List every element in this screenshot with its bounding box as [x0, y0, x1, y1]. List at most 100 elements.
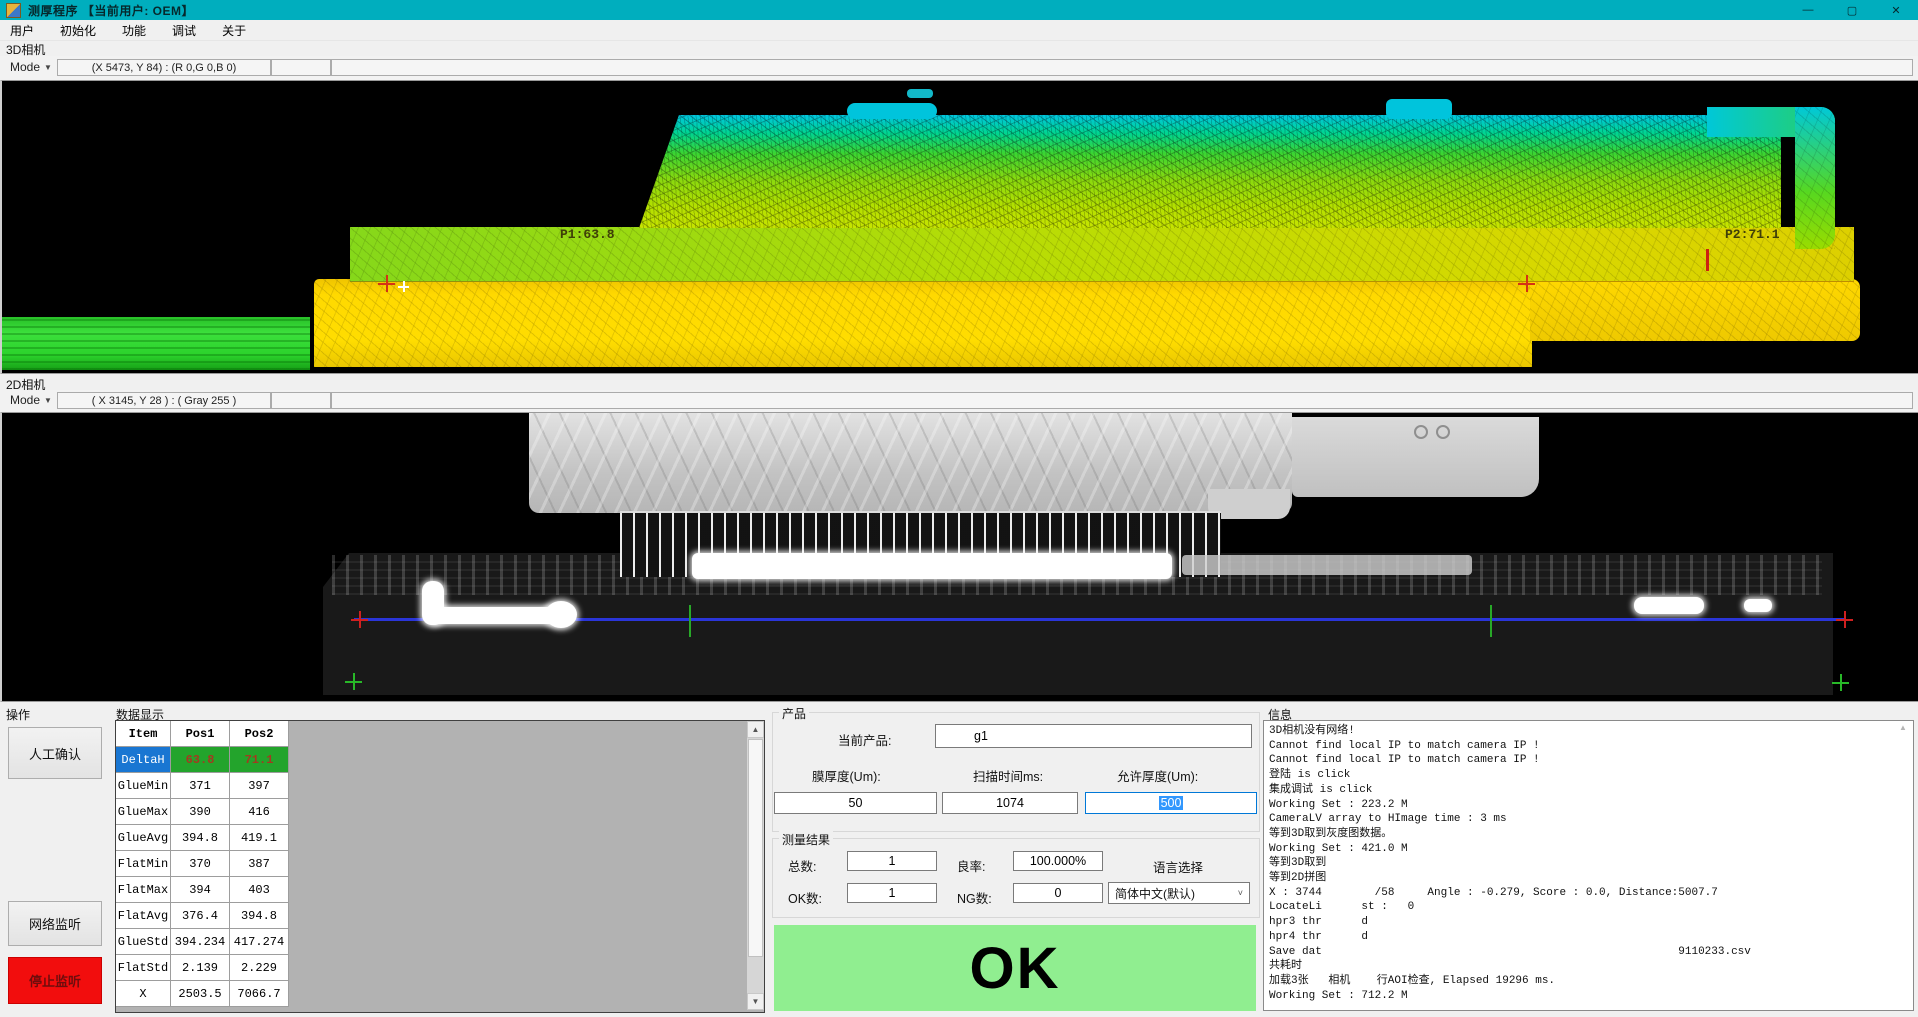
- yield-label: 良率:: [957, 856, 985, 875]
- minimize-icon[interactable]: —: [1786, 0, 1830, 20]
- results-group-label: 测量结果: [779, 831, 833, 848]
- table-scrollbar[interactable]: ▲ ▼: [747, 721, 764, 1010]
- measurement-line-blue: [354, 618, 1844, 621]
- column-header: Pos2: [230, 721, 289, 747]
- ng-count-label: NG数:: [957, 888, 992, 907]
- data-table-container: Item Pos1 Pos2 DeltaH 63.8 71.1 GlueMin …: [115, 720, 765, 1013]
- chevron-down-icon: ˅: [1238, 888, 1243, 898]
- log-line: 等到3D取到: [1269, 856, 1913, 871]
- table-cell: 394.234: [171, 929, 230, 955]
- current-product-input[interactable]: g1: [935, 724, 1252, 748]
- p1-measurement-label: P1:63.8: [560, 227, 615, 242]
- close-icon[interactable]: ✕: [1874, 0, 1918, 20]
- table-row[interactable]: GlueMax 390 416: [116, 799, 764, 825]
- info-log[interactable]: 3D相机没有网络! Cannot find local IP to match …: [1263, 720, 1914, 1011]
- log-line: Working Set : 712.2 M: [1269, 989, 1913, 1004]
- table-cell: FlatMax: [116, 877, 171, 903]
- menu-bar: 用户 初始化 功能 调试 关于: [0, 20, 1918, 41]
- film-thickness-input[interactable]: 50: [774, 792, 937, 814]
- scrollbar-thumb[interactable]: [748, 739, 763, 957]
- table-row[interactable]: FlatMax 394 403: [116, 877, 764, 903]
- reflective-band: [692, 553, 1172, 579]
- table-cell: 7066.7: [230, 981, 289, 1007]
- results-groupbox: [772, 838, 1260, 918]
- mode-label: Mode: [10, 60, 40, 74]
- pcb-board: [529, 413, 1292, 513]
- table-row[interactable]: DeltaH 63.8 71.1: [116, 747, 764, 773]
- table-row[interactable]: GlueAvg 394.8 419.1: [116, 825, 764, 851]
- heightmap-cyan-speck: [907, 89, 933, 98]
- camera3d-pixel-readout: (X 5473, Y 84) : (R 0,G 0,B 0): [57, 59, 271, 76]
- camera2d-mode-button[interactable]: Mode ▼: [4, 391, 58, 409]
- total-input[interactable]: 1: [847, 851, 937, 871]
- app-icon: [6, 3, 21, 18]
- table-cell: 403: [230, 877, 289, 903]
- chevron-down-icon: ▼: [44, 63, 52, 72]
- maximize-icon[interactable]: ▢: [1830, 0, 1874, 20]
- camera2d-viewport[interactable]: [0, 412, 1918, 702]
- table-row[interactable]: FlatAvg 376.4 394.8: [116, 903, 764, 929]
- menu-about[interactable]: 关于: [212, 20, 256, 41]
- scroll-down-icon[interactable]: ▼: [747, 993, 764, 1010]
- camera2d-statuscell-3: [331, 392, 1913, 409]
- fiducial-ring-1: [1414, 425, 1428, 439]
- marker-cross-red-left: [378, 275, 395, 292]
- heightmap-left-green-strip: [2, 317, 310, 370]
- menu-function[interactable]: 功能: [112, 20, 156, 41]
- ok-count-label: OK数:: [788, 888, 822, 907]
- log-line: 登陆 is click: [1269, 768, 1913, 783]
- table-cell: 390: [171, 799, 230, 825]
- ng-count-input[interactable]: 0: [1013, 883, 1103, 903]
- yield-input[interactable]: 100.000%: [1013, 851, 1103, 871]
- camera3d-mode-button[interactable]: Mode ▼: [4, 58, 58, 76]
- table-row[interactable]: X 2503.5 7066.7: [116, 981, 764, 1007]
- window-controls: — ▢ ✕: [1786, 0, 1918, 20]
- heightmap-upper-body: [639, 115, 1781, 228]
- marker-cross-red-right: [1518, 275, 1535, 292]
- table-cell: 2503.5: [171, 981, 230, 1007]
- title-bar: 测厚程序 【当前用户: OEM】 — ▢ ✕: [0, 0, 1918, 20]
- log-line: 共耗时: [1269, 959, 1913, 974]
- menu-debug[interactable]: 调试: [162, 20, 206, 41]
- table-row[interactable]: FlatStd 2.139 2.229: [116, 955, 764, 981]
- log-line: Working Set : 223.2 M: [1269, 798, 1913, 813]
- menu-initialize[interactable]: 初始化: [50, 20, 106, 41]
- fiducial-ring-2: [1436, 425, 1450, 439]
- stop-listen-button[interactable]: 停止监听: [8, 957, 102, 1004]
- scan-time-label: 扫描时间ms:: [973, 766, 1043, 785]
- marker-tick-green-2: [1490, 605, 1492, 637]
- allow-thickness-input[interactable]: 500: [1085, 792, 1257, 814]
- table-row[interactable]: FlatMin 370 387: [116, 851, 764, 877]
- scroll-up-icon[interactable]: ▲: [1899, 723, 1911, 735]
- camera2d-pixel-readout: ( X 3145, Y 28 ) : ( Gray 255 ): [57, 392, 271, 409]
- ok-count-input[interactable]: 1: [847, 883, 937, 903]
- log-line: hpr3 thr d: [1269, 915, 1913, 930]
- scan-time-input[interactable]: 1074: [942, 792, 1078, 814]
- marker-cross-green-left: [345, 673, 362, 690]
- column-header: Pos1: [171, 721, 230, 747]
- heightmap-cyan-patch-2: [1386, 99, 1452, 119]
- language-dropdown[interactable]: 简体中文(默认) ˅: [1108, 882, 1250, 904]
- marker-cross-red-right: [1836, 611, 1853, 628]
- table-cell: 2.139: [171, 955, 230, 981]
- column-header: Item: [116, 721, 171, 747]
- p2-measurement-label: P2:71.1: [1725, 227, 1780, 242]
- log-line: 等到2D拼图: [1269, 871, 1913, 886]
- scroll-up-icon[interactable]: ▲: [747, 721, 764, 738]
- table-cell: FlatMin: [116, 851, 171, 877]
- log-line: Cannot find local IP to match camera IP …: [1269, 739, 1913, 754]
- log-line: LocateLi st : 0: [1269, 900, 1913, 915]
- table-cell: FlatAvg: [116, 903, 171, 929]
- log-line: Working Set : 421.0 M: [1269, 842, 1913, 857]
- network-listen-button[interactable]: 网络监听: [8, 901, 102, 946]
- table-cell: 376.4: [171, 903, 230, 929]
- camera3d-viewport[interactable]: P1:63.8 P2:71.1: [0, 80, 1918, 374]
- table-row[interactable]: GlueStd 394.234 417.274: [116, 929, 764, 955]
- marker-cross-green-right: [1832, 674, 1849, 691]
- log-line: Cannot find local IP to match camera IP …: [1269, 753, 1913, 768]
- table-row[interactable]: GlueMin 371 397: [116, 773, 764, 799]
- manual-confirm-button[interactable]: 人工确认: [8, 727, 102, 779]
- log-line: Save dat 9110233.csv: [1269, 945, 1913, 960]
- table-cell: 371: [171, 773, 230, 799]
- menu-user[interactable]: 用户: [0, 20, 44, 41]
